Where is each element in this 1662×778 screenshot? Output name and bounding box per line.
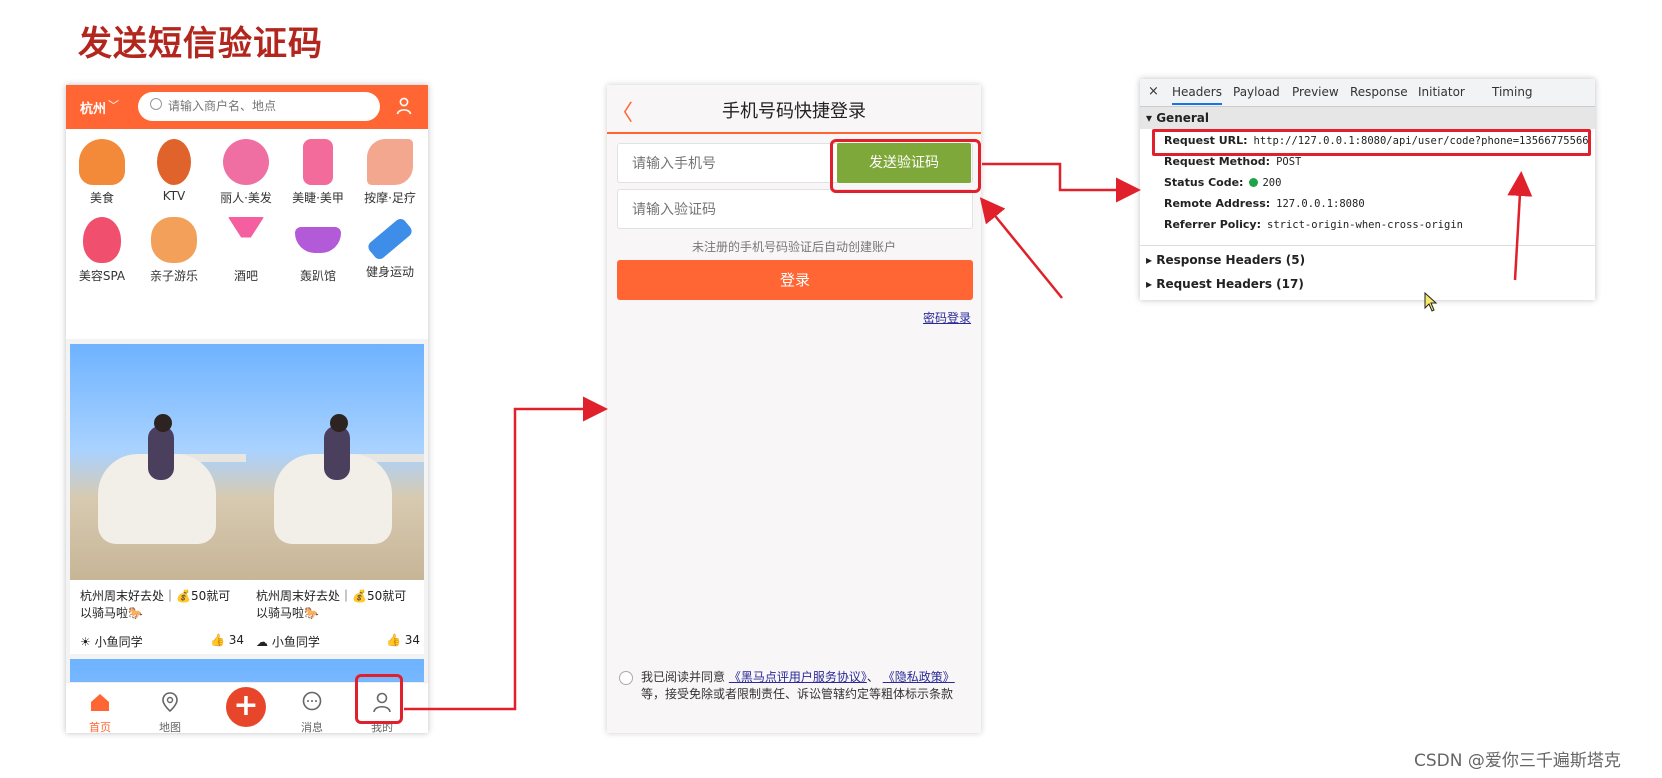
watermark: CSDN @爱你三千遍斯塔克 (1414, 751, 1621, 771)
annotation-arrows (404, 162, 1533, 711)
